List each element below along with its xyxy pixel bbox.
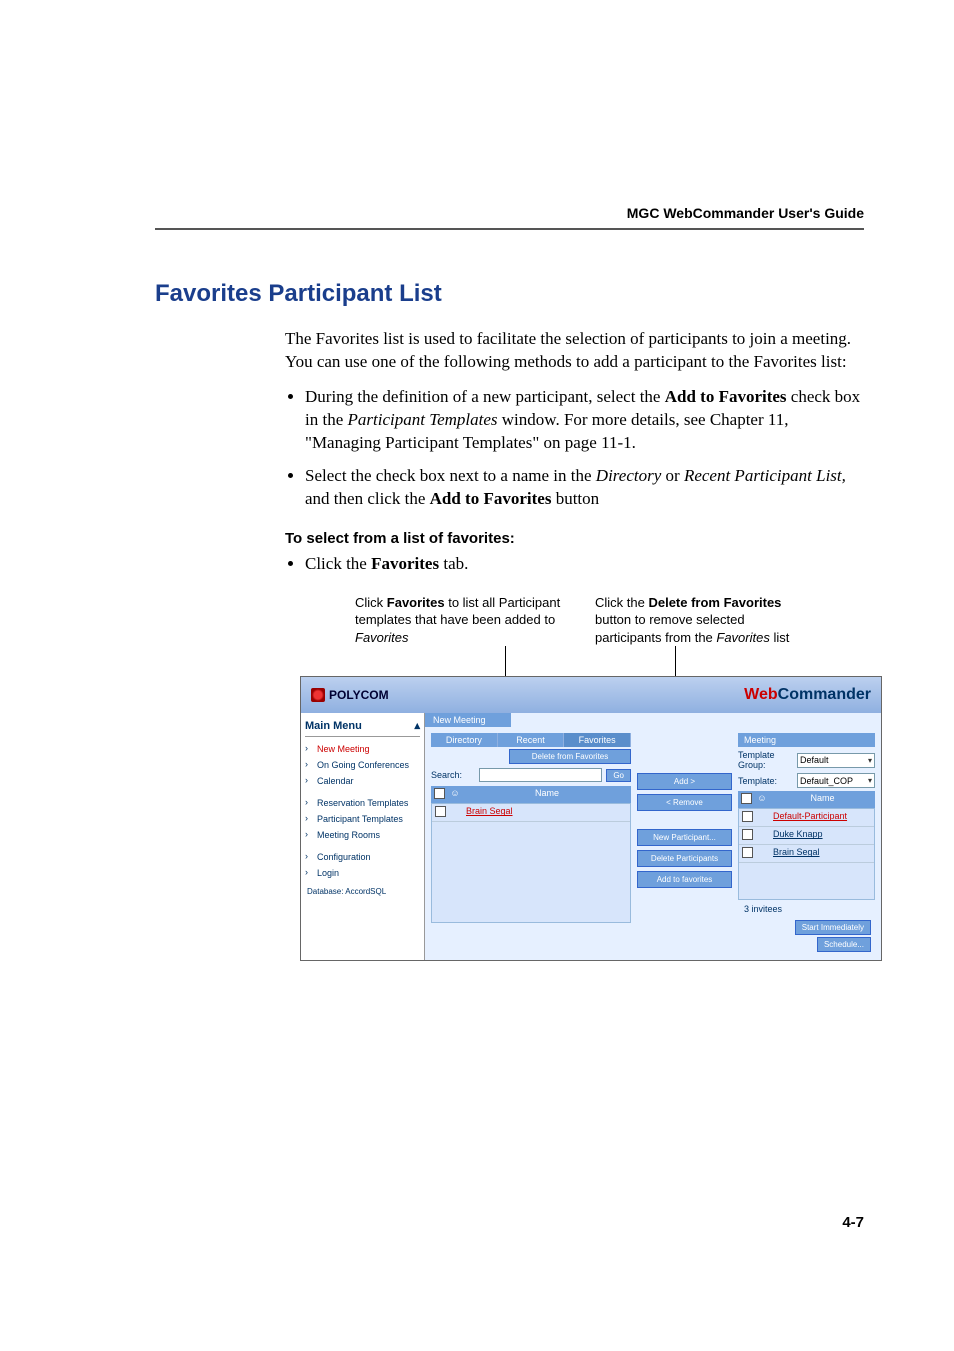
tab-directory[interactable]: Directory — [431, 733, 498, 747]
participant-name[interactable]: Brain Segal — [771, 847, 874, 860]
new-meeting-tab[interactable]: New Meeting — [425, 713, 511, 727]
row-checkbox[interactable] — [742, 829, 753, 840]
callout-right: Click the Delete from Favorites button t… — [595, 594, 835, 647]
row-checkbox[interactable] — [742, 847, 753, 858]
go-button[interactable]: Go — [606, 769, 631, 782]
tab-favorites[interactable]: Favorites — [564, 733, 631, 747]
select-all-checkbox[interactable] — [741, 793, 752, 804]
sidebar-item-meeting-rooms[interactable]: Meeting Rooms — [305, 827, 420, 843]
schedule-button[interactable]: Schedule... — [817, 937, 871, 952]
add-to-favorites-button[interactable]: Add to favorites — [637, 871, 732, 888]
select-all-checkbox[interactable] — [434, 788, 445, 799]
list-item: Click the Favorites tab. — [305, 553, 864, 576]
add-button[interactable]: Add > — [637, 773, 732, 790]
page-number: 4-7 — [842, 1214, 864, 1231]
delete-from-favorites-button[interactable]: Delete from Favorites — [509, 749, 631, 764]
methods-list: During the definition of a new participa… — [285, 386, 864, 511]
main-menu-header: Main Menu ▴ — [305, 717, 420, 737]
table-row[interactable]: Brain Segal — [432, 804, 630, 822]
brand-label: POLYCOM — [329, 688, 389, 702]
left-table-body: Brain Segal — [431, 803, 631, 923]
header-rule — [155, 228, 864, 230]
sidebar-item-configuration[interactable]: Configuration — [305, 849, 420, 865]
participant-name[interactable]: Duke Knapp — [771, 829, 874, 842]
procedure-heading: To select from a list of favorites: — [285, 529, 864, 549]
sidebar-item-participant-templates[interactable]: Participant Templates — [305, 811, 420, 827]
section-heading: Favorites Participant List — [155, 280, 864, 308]
polycom-logo-icon — [311, 688, 325, 702]
sidebar-item-new-meeting[interactable]: New Meeting — [305, 741, 420, 757]
table-row[interactable]: Brain Segal — [739, 845, 874, 863]
sidebar-item-reservation-templates[interactable]: Reservation Templates — [305, 795, 420, 811]
name-column: Name — [770, 793, 875, 806]
new-participant-button[interactable]: New Participant... — [637, 829, 732, 846]
tab-recent[interactable]: Recent — [498, 733, 565, 747]
template-group-select[interactable]: Default▾ — [797, 753, 875, 768]
template-select[interactable]: Default_COP▾ — [797, 773, 875, 788]
template-label: Template: — [738, 776, 793, 786]
person-icon: ☺ — [754, 793, 770, 806]
product-title: WebCommander — [744, 686, 871, 704]
template-group-label: Template Group: — [738, 750, 793, 770]
list-item: Select the check box next to a name in t… — [305, 465, 864, 511]
transfer-buttons: Add > < Remove New Participant... Delete… — [637, 733, 732, 956]
participant-icon — [448, 806, 464, 819]
app-header: POLYCOM WebCommander — [301, 677, 881, 713]
row-checkbox[interactable] — [435, 806, 446, 817]
table-row[interactable]: Default-Participant — [739, 809, 874, 827]
right-table-body: Default-Participant Duke Knapp — [738, 808, 875, 900]
search-label: Search: — [431, 770, 475, 780]
sidebar-item-ongoing[interactable]: On Going Conferences — [305, 757, 420, 773]
search-input[interactable] — [479, 768, 602, 782]
callout-left: Click Favorites to list all Participant … — [355, 594, 595, 647]
participant-source-tabs: Directory Recent Favorites — [431, 733, 631, 747]
header-guide: MGC WebCommander User's Guide — [627, 205, 864, 221]
main-panel: New Meeting Directory Recent Favorites D… — [425, 713, 881, 960]
scroll-up-icon[interactable]: ▴ — [414, 719, 420, 732]
sidebar: Main Menu ▴ New Meeting On Going Confere… — [301, 713, 425, 960]
callouts: Click Favorites to list all Participant … — [355, 594, 864, 647]
brand: POLYCOM — [311, 688, 389, 702]
invitees-count: 3 invitees — [738, 900, 875, 918]
database-label: Database: AccordSQL — [305, 881, 420, 896]
screenshot: POLYCOM WebCommander Main Menu ▴ New Mee… — [300, 676, 882, 961]
sidebar-item-login[interactable]: Login — [305, 865, 420, 881]
left-panel: Directory Recent Favorites Delete from F… — [431, 733, 631, 956]
remove-button[interactable]: < Remove — [637, 794, 732, 811]
sidebar-item-calendar[interactable]: Calendar — [305, 773, 420, 789]
chevron-down-icon: ▾ — [868, 756, 872, 765]
participant-name[interactable]: Brain Segal — [464, 806, 630, 819]
table-row[interactable]: Duke Knapp — [739, 827, 874, 845]
person-icon: ☺ — [447, 788, 463, 801]
list-item: During the definition of a new participa… — [305, 386, 864, 455]
chevron-down-icon: ▾ — [868, 776, 872, 785]
participant-name[interactable]: Default-Participant — [771, 811, 874, 824]
right-panel: Meeting Template Group: Default▾ Templat… — [738, 733, 875, 956]
meeting-title: Meeting — [738, 733, 875, 747]
name-column: Name — [463, 788, 631, 801]
start-immediately-button[interactable]: Start Immediately — [795, 920, 871, 935]
steps-list: Click the Favorites tab. — [285, 553, 864, 576]
intro-paragraph: The Favorites list is used to facilitate… — [285, 328, 864, 374]
delete-participants-button[interactable]: Delete Participants — [637, 850, 732, 867]
right-table-header: ☺ Name — [738, 791, 875, 808]
left-table-header: ☺ Name — [431, 786, 631, 803]
row-checkbox[interactable] — [742, 811, 753, 822]
leader-lines — [355, 646, 864, 676]
